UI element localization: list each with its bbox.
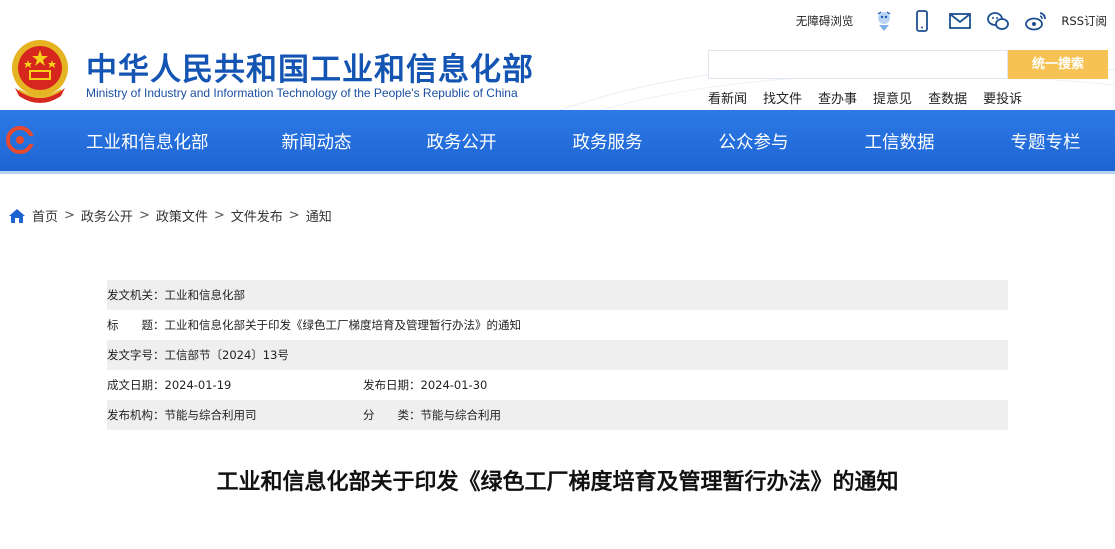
meta-title-label: 标 题：: [107, 318, 165, 332]
nav-item-gov-info[interactable]: 政务公开: [427, 129, 497, 154]
meta-row-doc-no: 发文字号： 工信部节〔2024〕13号: [107, 340, 1008, 370]
meta-doc-no-label: 发文字号：: [107, 348, 165, 362]
meta-published-value: 2024-01-30: [420, 378, 488, 392]
weibo-icon[interactable]: [1023, 8, 1049, 34]
home-icon[interactable]: [8, 207, 26, 225]
meta-category-value: 节能与综合利用: [420, 408, 502, 422]
meta-created-value: 2024-01-19: [164, 378, 232, 392]
site-title-english: Ministry of Industry and Information Tec…: [86, 86, 518, 100]
document-heading: 工业和信息化部关于印发《绿色工厂梯度培育及管理暂行办法》的通知: [216, 470, 899, 495]
site-title[interactable]: 中华人民共和国工业和信息化部: [86, 44, 534, 89]
quick-link-complaint[interactable]: 要投诉: [983, 88, 1022, 107]
meta-doc-no: 发文字号： 工信部节〔2024〕13号: [107, 347, 289, 363]
meta-org-label: 发布机构：: [107, 408, 165, 422]
site-header: 中华人民共和国工业和信息化部 Ministry of Industry and …: [0, 0, 1115, 110]
meta-issuer: 发文机关： 工业和信息化部: [107, 287, 245, 303]
top-tools: 无障碍浏览 RSS订阅: [796, 8, 1107, 34]
nav-item-topics[interactable]: 专题专栏: [1011, 129, 1081, 154]
main-nav: 工业和信息化部 新闻动态 政务公开 政务服务 公众参与 工信数据 专题专栏: [0, 110, 1115, 174]
breadcrumb-file-release[interactable]: 文件发布: [231, 206, 283, 225]
meta-doc-no-value: 工信部节〔2024〕13号: [164, 348, 289, 362]
meta-title: 标 题： 工业和信息化部关于印发《绿色工厂梯度培育及管理暂行办法》的通知: [107, 317, 521, 333]
search-input[interactable]: [708, 50, 1008, 79]
breadcrumb-separator: >: [213, 208, 225, 223]
meta-published-label: 发布日期：: [363, 378, 421, 392]
breadcrumb-home[interactable]: 首页: [32, 206, 58, 225]
wechat-icon[interactable]: [985, 8, 1011, 34]
breadcrumb-policy-files[interactable]: 政策文件: [156, 206, 208, 225]
breadcrumb-notice[interactable]: 通知: [306, 206, 332, 225]
breadcrumb-gov-info[interactable]: 政务公开: [81, 206, 133, 225]
meta-row-dates: 成文日期： 2024-01-19 发布日期： 2024-01-30: [107, 370, 1008, 400]
meta-title-value: 工业和信息化部关于印发《绿色工厂梯度培育及管理暂行办法》的通知: [164, 318, 522, 332]
meta-published: 发布日期： 2024-01-30: [363, 377, 487, 393]
meta-category: 分 类： 节能与综合利用: [363, 407, 501, 423]
document-meta-table: 发文机关： 工业和信息化部 标 题： 工业和信息化部关于印发《绿色工厂梯度培育及…: [107, 280, 1008, 430]
nav-item-ministry[interactable]: 工业和信息化部: [86, 129, 209, 154]
nav-item-data[interactable]: 工信数据: [865, 129, 935, 154]
meta-issuer-value: 工业和信息化部: [164, 288, 246, 302]
quick-links: 看新闻 找文件 查办事 提意见 查数据 要投诉: [708, 88, 1038, 107]
meta-category-label: 分 类：: [363, 408, 421, 422]
ai-assistant-icon[interactable]: [871, 8, 897, 34]
meta-created: 成文日期： 2024-01-19: [107, 377, 363, 393]
meta-issuer-label: 发文机关：: [107, 288, 165, 302]
meta-created-label: 成文日期：: [107, 378, 165, 392]
meta-row-org: 发布机构： 节能与综合利用司 分 类： 节能与综合利用: [107, 400, 1008, 430]
national-emblem-icon[interactable]: [9, 38, 71, 104]
mobile-icon[interactable]: [909, 8, 935, 34]
nav-item-participation[interactable]: 公众参与: [719, 129, 789, 154]
meta-row-title: 标 题： 工业和信息化部关于印发《绿色工厂梯度培育及管理暂行办法》的通知: [107, 310, 1008, 340]
nav-item-news[interactable]: 新闻动态: [282, 129, 352, 154]
mail-icon[interactable]: [947, 8, 973, 34]
quick-link-services[interactable]: 查办事: [818, 88, 857, 107]
breadcrumb-separator: >: [288, 208, 300, 223]
site-logo-icon[interactable]: [6, 126, 34, 154]
quick-link-files[interactable]: 找文件: [763, 88, 802, 107]
breadcrumb: 首页 > 政务公开 > 政策文件 > 文件发布 > 通知: [8, 206, 332, 225]
nav-item-gov-services[interactable]: 政务服务: [573, 129, 643, 154]
rss-link[interactable]: RSS订阅: [1061, 13, 1107, 29]
search-button[interactable]: 统一搜索: [1008, 50, 1108, 79]
quick-link-news[interactable]: 看新闻: [708, 88, 747, 107]
nav-items: 工业和信息化部 新闻动态 政务公开 政务服务 公众参与 工信数据 专题专栏: [60, 110, 1081, 172]
breadcrumb-separator: >: [64, 208, 75, 223]
meta-row-issuer: 发文机关： 工业和信息化部: [107, 280, 1008, 310]
quick-link-feedback[interactable]: 提意见: [873, 88, 912, 107]
breadcrumb-separator: >: [138, 208, 150, 223]
meta-org-value: 节能与综合利用司: [164, 408, 257, 422]
meta-org: 发布机构： 节能与综合利用司: [107, 407, 363, 423]
accessibility-link[interactable]: 无障碍浏览: [796, 13, 854, 29]
nav-divider: [0, 171, 1115, 174]
quick-link-data[interactable]: 查数据: [928, 88, 967, 107]
